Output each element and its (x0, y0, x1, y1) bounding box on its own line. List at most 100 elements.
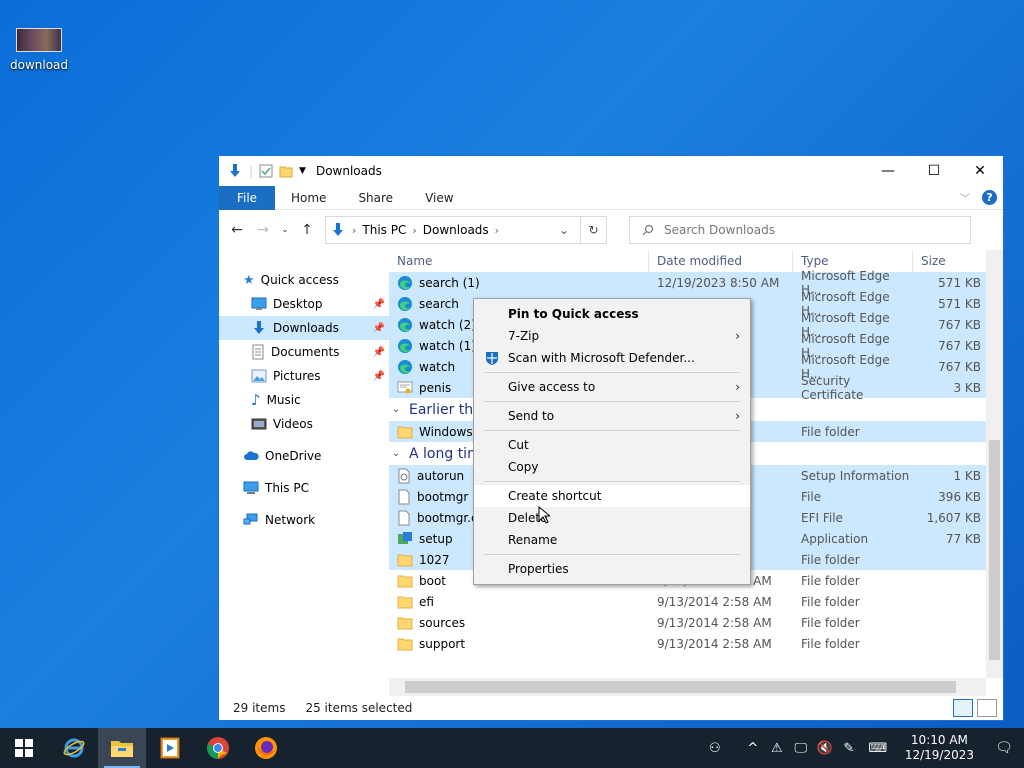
menu-cut[interactable]: Cut (474, 434, 750, 456)
selected-count: 25 items selected (305, 701, 413, 715)
image-thumbnail-icon (16, 28, 62, 52)
firefox-icon[interactable] (242, 728, 290, 768)
forward-arrow-icon[interactable]: → (253, 222, 273, 238)
setup-app-icon (397, 531, 413, 547)
tray-app-icon[interactable]: ⚠ (765, 741, 789, 756)
desktop-icon-download[interactable]: download (8, 28, 70, 72)
nav-label: Pictures (273, 369, 321, 383)
start-button[interactable] (0, 728, 48, 768)
refresh-icon[interactable]: ↻ (580, 217, 606, 243)
pen-icon[interactable]: ✎ (837, 741, 861, 756)
file-name: bootmgr (417, 489, 469, 504)
column-size[interactable]: Size (913, 250, 985, 271)
tab-view[interactable]: View (409, 191, 469, 205)
nav-pictures[interactable]: Pictures 📌 (219, 364, 389, 388)
search-input[interactable]: Search Downloads (629, 216, 971, 244)
download-icon (251, 320, 267, 336)
nav-label: Music (266, 393, 301, 407)
new-folder-icon[interactable] (279, 164, 293, 178)
people-icon[interactable]: ⚇ (703, 741, 727, 756)
chevron-down-icon: ⌄ (391, 448, 401, 459)
menu-copy[interactable]: Copy (474, 456, 750, 478)
media-player-icon[interactable] (146, 728, 194, 768)
scrollbar-thumb[interactable] (989, 440, 1000, 660)
volume-muted-icon[interactable]: 🔇 (813, 741, 837, 756)
file-name: 1027 (419, 552, 450, 567)
nav-desktop[interactable]: Desktop 📌 (219, 292, 389, 316)
nav-onedrive[interactable]: OneDrive (219, 444, 389, 468)
nav-this-pc[interactable]: This PC (219, 476, 389, 500)
chevron-right-icon: › (735, 380, 740, 394)
menu-pin-to-quick-access[interactable]: Pin to Quick access (474, 303, 750, 325)
type-cell: File folder (801, 615, 860, 630)
file-name: watch (419, 359, 456, 374)
file-name: search (419, 296, 459, 311)
breadcrumb-downloads[interactable]: Downloads (423, 223, 489, 237)
table-row[interactable]: efi 9/13/2014 2:58 AM File folder (389, 591, 1003, 612)
expand-ribbon-icon[interactable]: ﹀ (960, 190, 970, 205)
menu-create-shortcut[interactable]: Create shortcut (474, 485, 750, 507)
menu-rename[interactable]: Rename (474, 529, 750, 551)
tab-home[interactable]: Home (275, 191, 342, 205)
size-cell: 767 KB (938, 338, 981, 353)
notifications-icon[interactable]: 🗨 (984, 740, 1024, 756)
menu-7zip[interactable]: 7-Zip › (474, 325, 750, 347)
column-name[interactable]: Name (389, 250, 649, 271)
properties-icon[interactable] (259, 164, 273, 178)
file-name: watch (2) (419, 317, 476, 332)
breadcrumb-this-pc[interactable]: This PC (362, 223, 406, 237)
chevron-down-icon: ⌄ (391, 404, 401, 415)
up-arrow-icon[interactable]: ↑ (297, 222, 317, 238)
navigation-bar: ← → ⌄ ↑ › This PC › Downloads › ⌄ ↻ Sear… (219, 210, 1003, 250)
menu-send-to[interactable]: Send to › (474, 405, 750, 427)
scrollbar-thumb[interactable] (405, 681, 956, 693)
tab-share[interactable]: Share (342, 191, 409, 205)
nav-quick-access[interactable]: ★ Quick access (219, 268, 389, 292)
table-row[interactable]: sources 9/13/2014 2:58 AM File folder (389, 612, 1003, 633)
size-cell: 1,607 KB (926, 510, 981, 525)
menu-label: Give access to (508, 380, 596, 394)
defender-shield-icon (484, 350, 500, 366)
help-icon[interactable]: ? (982, 190, 997, 205)
close-button[interactable]: ✕ (957, 156, 1003, 186)
address-bar[interactable]: › This PC › Downloads › ⌄ ↻ (325, 216, 607, 244)
edge-icon (397, 275, 413, 291)
recent-locations-icon[interactable]: ⌄ (279, 225, 291, 235)
menu-delete[interactable]: Delete (474, 507, 750, 529)
nav-downloads[interactable]: Downloads 📌 (219, 316, 389, 340)
tab-file[interactable]: File (219, 185, 275, 210)
menu-give-access-to[interactable]: Give access to › (474, 376, 750, 398)
nav-label: OneDrive (265, 449, 322, 463)
horizontal-scrollbar[interactable] (389, 678, 986, 696)
maximize-button[interactable]: ☐ (911, 156, 957, 186)
chevron-up-icon[interactable]: ^ (741, 741, 765, 756)
clock[interactable]: 10:10 AM 12/19/2023 (895, 733, 984, 763)
table-row[interactable]: support 9/13/2014 2:58 AM File folder (389, 633, 1003, 654)
large-icons-view-icon[interactable] (977, 699, 997, 717)
customize-dropdown-icon[interactable]: ▼ (299, 166, 306, 176)
nav-videos[interactable]: Videos (219, 412, 389, 436)
column-date-modified[interactable]: Date modified (649, 250, 793, 271)
file-name: search (1) (419, 275, 480, 290)
minimize-button[interactable]: — (865, 156, 911, 186)
vertical-scrollbar[interactable] (986, 250, 1003, 678)
pin-icon: 📌 (372, 322, 385, 334)
nav-music[interactable]: ♪ Music (219, 388, 389, 412)
back-arrow-icon[interactable]: ← (227, 222, 247, 238)
menu-scan-defender[interactable]: Scan with Microsoft Defender... (474, 347, 750, 369)
network-status-icon[interactable]: 🖵 (789, 741, 813, 756)
menu-properties[interactable]: Properties (474, 558, 750, 580)
file-explorer-icon[interactable] (98, 728, 146, 768)
type-cell: Setup Information (801, 468, 910, 483)
internet-explorer-icon[interactable] (50, 728, 98, 768)
type-cell: File folder (801, 552, 860, 567)
chrome-icon[interactable] (194, 728, 242, 768)
keyboard-icon[interactable]: ⌨ (861, 741, 895, 756)
details-view-icon[interactable] (953, 699, 973, 717)
nav-network[interactable]: Network (219, 508, 389, 532)
address-dropdown-icon[interactable]: ⌄ (554, 223, 574, 237)
nav-documents[interactable]: Documents 📌 (219, 340, 389, 364)
nav-label: Desktop (273, 297, 323, 311)
nav-label: Videos (273, 417, 313, 431)
folder-icon (397, 553, 413, 567)
